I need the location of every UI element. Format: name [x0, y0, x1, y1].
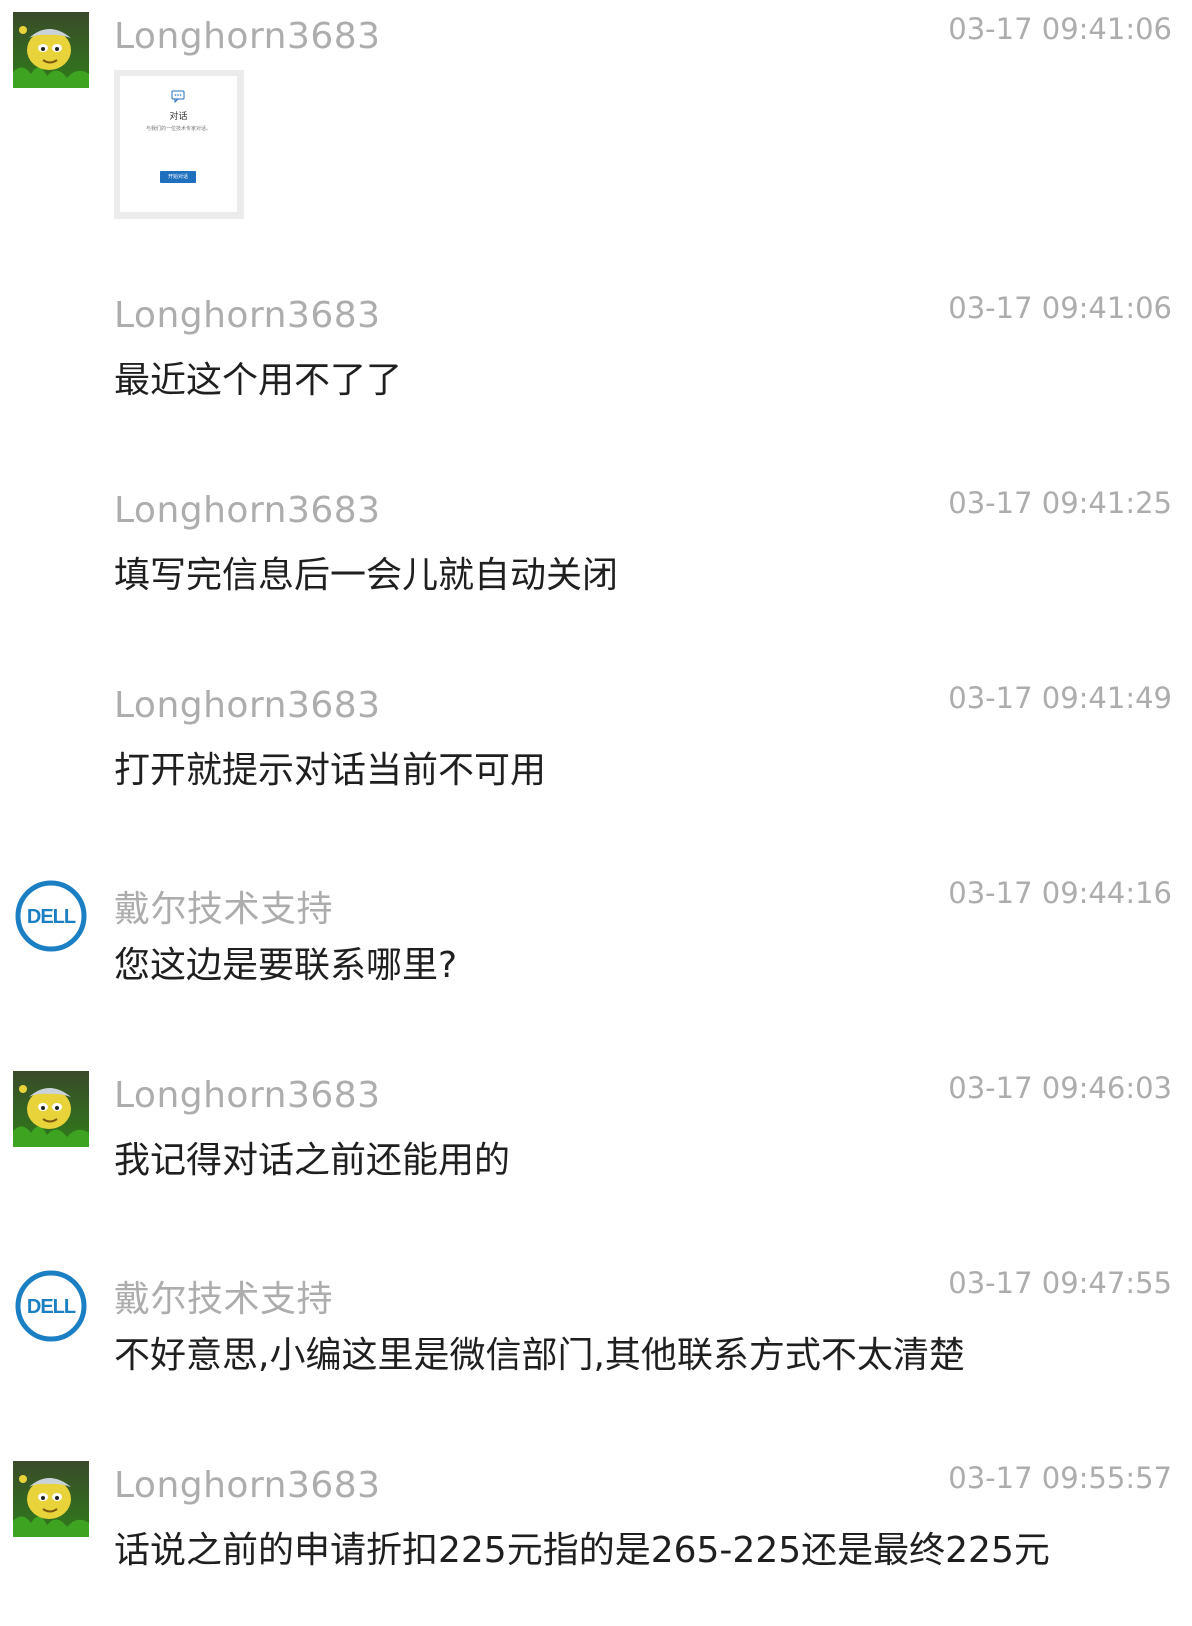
message-time: 03-17 09:55:57	[948, 1461, 1172, 1495]
chat-bubble-icon	[171, 90, 185, 103]
message-time: 03-17 09:41:49	[948, 681, 1172, 715]
dell-logo-avatar[interactable]: DELL	[13, 878, 89, 954]
message-text: 不好意思,小编这里是微信部门,其他联系方式不太清楚	[114, 1335, 965, 1376]
dell-logo-text: DELL	[27, 906, 76, 928]
sender-name: Longhorn3683	[114, 16, 381, 57]
preview-subtitle: 与我们的一位技术专家对话。	[145, 126, 211, 132]
message-text: 最近这个用不了了	[114, 360, 403, 401]
dell-logo-text: DELL	[27, 1296, 76, 1318]
message-text: 打开就提示对话当前不可用	[114, 750, 547, 791]
dell-logo-avatar[interactable]: DELL	[13, 1268, 89, 1344]
sender-name: Longhorn3683	[114, 1465, 381, 1506]
message-time: 03-17 09:47:55	[948, 1266, 1172, 1300]
message-text: 话说之前的申请折扣225元指的是265-225还是最终225元	[114, 1530, 1050, 1571]
sender-name: Longhorn3683	[114, 685, 381, 726]
message-time: 03-17 09:41:25	[948, 486, 1172, 520]
image-attachment[interactable]: 对话 与我们的一位技术专家对话。 开始对话	[114, 70, 244, 219]
user-avatar[interactable]	[13, 1071, 89, 1147]
message-text: 填写完信息后一会儿就自动关闭	[114, 555, 619, 596]
start-chat-button: 开始对话	[160, 171, 196, 183]
preview-title: 对话	[169, 112, 188, 122]
user-avatar[interactable]	[13, 1461, 89, 1537]
user-avatar[interactable]	[13, 12, 89, 88]
image-preview: 对话 与我们的一位技术专家对话。 开始对话	[120, 76, 237, 212]
sender-name: 戴尔技术支持	[114, 889, 334, 930]
sender-name: Longhorn3683	[114, 1075, 381, 1116]
message-time: 03-17 09:41:06	[948, 12, 1172, 46]
message-time: 03-17 09:41:06	[948, 291, 1172, 325]
sender-name: 戴尔技术支持	[114, 1279, 334, 1320]
sender-name: Longhorn3683	[114, 295, 381, 336]
message-text: 我记得对话之前还能用的	[114, 1140, 511, 1181]
message-time: 03-17 09:46:03	[948, 1071, 1172, 1105]
message-time: 03-17 09:44:16	[948, 876, 1172, 910]
message-text: 您这边是要联系哪里?	[114, 945, 458, 986]
sender-name: Longhorn3683	[114, 490, 381, 531]
